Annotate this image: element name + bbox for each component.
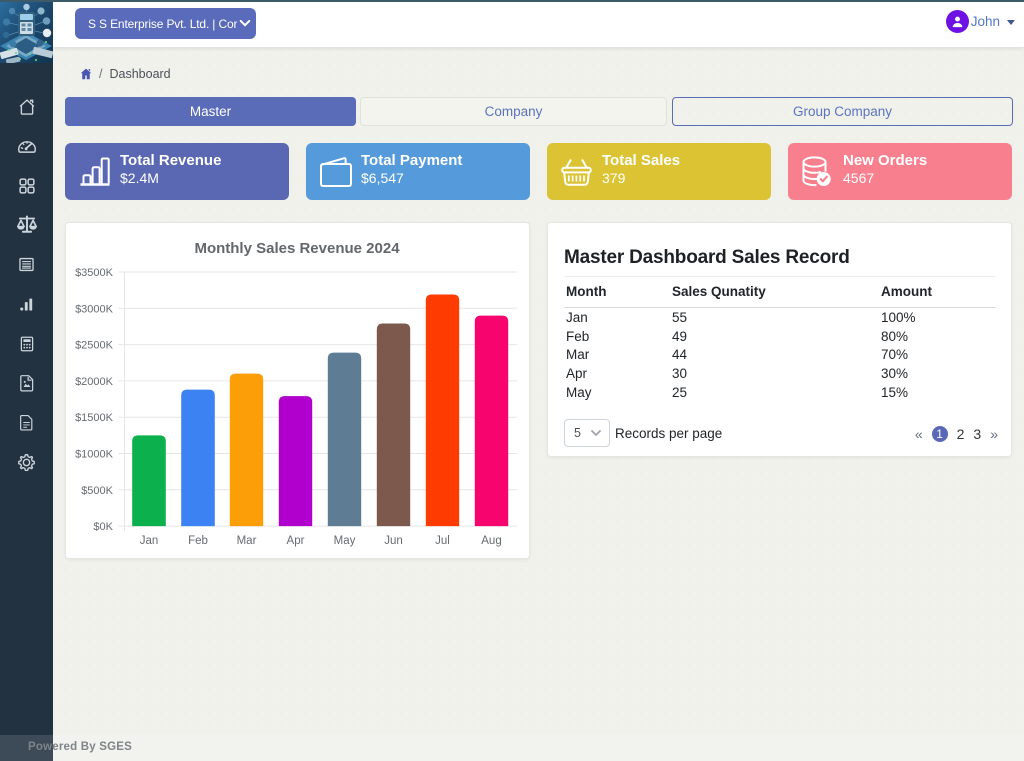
svg-text:$2500K: $2500K [75,340,114,352]
svg-text:Aug: Aug [481,535,501,547]
svg-text:$500K: $500K [81,485,113,497]
svg-text:$0K: $0K [93,521,113,533]
svg-text:Monthly Sales Revenue 2024: Monthly Sales Revenue 2024 [194,240,400,257]
svg-text:$1000K: $1000K [75,449,114,461]
svg-text:Feb: Feb [188,535,208,547]
svg-text:Apr: Apr [287,535,305,547]
svg-text:Jul: Jul [435,535,450,547]
svg-text:Jan: Jan [140,535,159,547]
svg-text:May: May [334,535,356,547]
svg-text:$3000K: $3000K [75,303,114,315]
svg-text:$3500K: $3500K [75,267,114,279]
svg-text:$1500K: $1500K [75,412,114,424]
svg-text:$2000K: $2000K [75,376,114,388]
svg-text:Jun: Jun [384,535,403,547]
svg-text:Mar: Mar [237,535,257,547]
